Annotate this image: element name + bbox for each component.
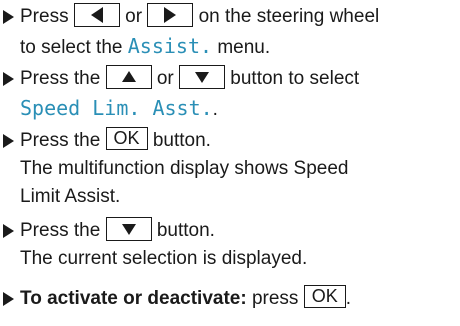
down-triangle-icon [121,223,136,235]
step-2-line-2: Speed Lim. Asst.. [20,96,218,120]
menu-name-speed-limit: Speed Lim. Asst. [20,96,213,120]
instruction-page: Press or on the steering wheel to select… [0,0,460,326]
bullet-arrow-icon [3,72,14,86]
step-4-result: The current selection is displayed. [20,248,308,269]
step-5: To activate or deactivate: press OK. [0,285,460,316]
step-2-line-1: Press the or button to select [20,64,359,92]
step-5-heading: To activate or deactivate: [20,288,247,309]
left-triangle-icon [90,6,103,23]
bullet-arrow-icon [3,292,14,306]
step-1-line-2: to select the Assist. menu. [20,34,271,58]
step-3-line-1: Press the OK button. [20,127,211,151]
step-3-result-1: The multifunction display shows Speed [20,158,349,179]
up-triangle-icon [121,70,136,82]
left-key [73,2,120,27]
step-2: Press the or button to select Speed Lim.… [0,64,460,122]
step-1-line-1: Press or on the steering wheel [20,2,379,30]
menu-name-assist: Assist. [127,34,213,58]
bullet-arrow-icon [3,134,14,148]
down-key [105,216,152,241]
step-4-line-1: Press the button. [20,216,215,244]
step-5-line-1: To activate or deactivate: press OK. [20,285,352,309]
step-1: Press or on the steering wheel to select… [0,2,460,60]
ok-key: OK [303,285,346,309]
right-triangle-icon [164,6,177,23]
bullet-arrow-icon [3,224,14,238]
up-key [105,64,152,89]
step-3: Press the OK button. The multifunction d… [0,127,460,212]
ok-key: OK [105,127,148,151]
down-key [179,64,226,89]
right-key [147,2,194,27]
step-3-result-2: Limit Assist. [20,186,121,207]
down-triangle-icon [195,71,210,83]
bullet-arrow-icon [3,10,14,24]
step-4: Press the button. The current selection … [0,216,460,274]
